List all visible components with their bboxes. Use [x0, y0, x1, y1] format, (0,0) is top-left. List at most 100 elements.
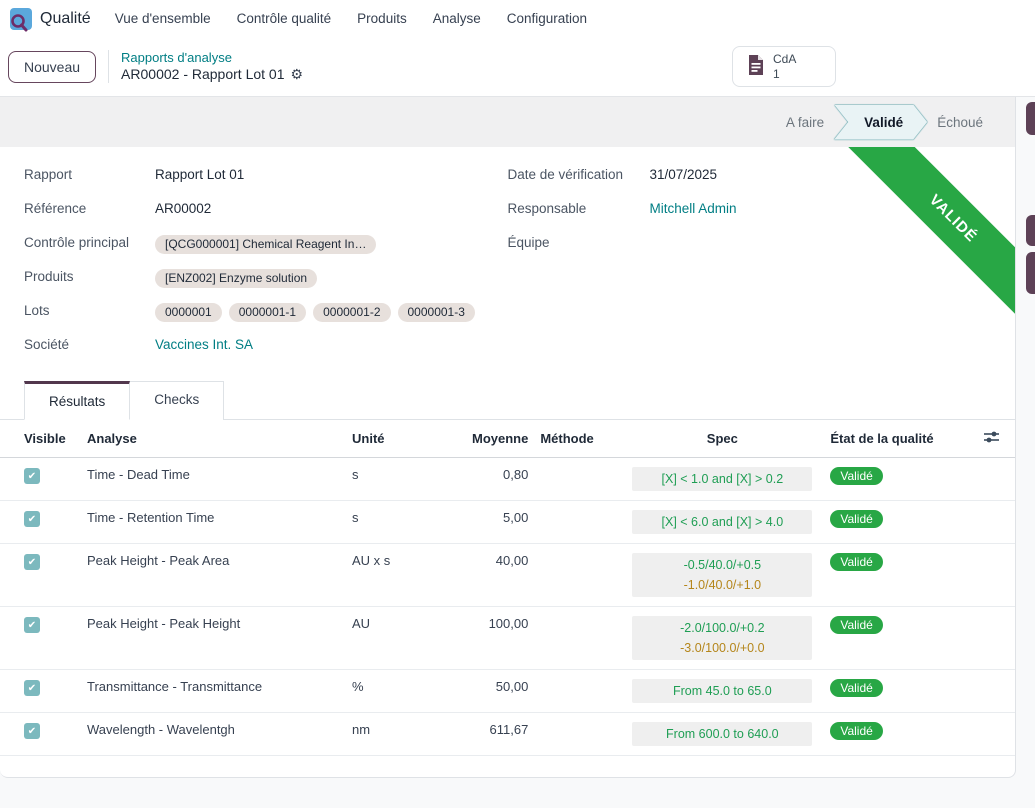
col-header-spec[interactable]: Spec: [626, 420, 818, 458]
cell-methode[interactable]: [534, 670, 626, 713]
cell-methode[interactable]: [534, 501, 626, 544]
field-label-date-verification: Date de vérification: [508, 167, 650, 186]
nav-item-overview[interactable]: Vue d'ensemble: [115, 11, 211, 26]
spec-text: -0.5/40.0/+0.5: [638, 555, 806, 575]
spec-text: -1.0/40.0/+1.0: [638, 575, 806, 595]
cell-methode[interactable]: [534, 544, 626, 607]
field-label-responsable: Responsable: [508, 201, 650, 220]
cell-moyenne[interactable]: 611,67: [466, 713, 534, 756]
visible-checkbox[interactable]: ✔: [24, 617, 40, 633]
field-value-rapport[interactable]: Rapport Lot 01: [155, 167, 244, 186]
cell-moyenne[interactable]: 100,00: [466, 607, 534, 670]
cell-moyenne[interactable]: 40,00: [466, 544, 534, 607]
status-step-failed[interactable]: Échoué: [919, 107, 1001, 138]
field-value-date-verification[interactable]: 31/07/2025: [650, 167, 718, 186]
form-fields: Rapport Rapport Lot 01 Référence AR00002…: [0, 147, 1015, 371]
nav-item-configuration[interactable]: Configuration: [507, 11, 587, 26]
new-button[interactable]: Nouveau: [8, 51, 96, 83]
main-content: A faire Validé Échoué VALIDÉ Rapport Rap…: [0, 97, 1035, 808]
coa-stat-button[interactable]: CdA 1: [732, 46, 836, 87]
col-header-etat[interactable]: État de la qualité: [818, 420, 943, 458]
field-value-responsable-link[interactable]: Mitchell Admin: [650, 201, 737, 220]
gear-icon[interactable]: ⚙: [291, 66, 304, 84]
side-panel-button[interactable]: [1026, 215, 1035, 246]
optional-columns-icon[interactable]: [984, 432, 999, 447]
col-header-moyenne[interactable]: Moyenne: [466, 420, 534, 458]
cell-unite[interactable]: %: [346, 670, 466, 713]
visible-checkbox[interactable]: ✔: [24, 723, 40, 739]
field-label-produits: Produits: [24, 269, 155, 288]
tag-lot[interactable]: 0000001-3: [398, 303, 475, 322]
cell-unite[interactable]: nm: [346, 713, 466, 756]
spec-text: From 600.0 to 640.0: [638, 724, 806, 744]
tag-lot[interactable]: 0000001-2: [313, 303, 390, 322]
field-label-societe: Société: [24, 337, 155, 356]
status-step-validated[interactable]: Validé: [834, 105, 927, 140]
cell-methode[interactable]: [534, 713, 626, 756]
cell-methode[interactable]: [534, 607, 626, 670]
breadcrumb-parent-link[interactable]: Rapports d'analyse: [121, 50, 303, 66]
stat-button-label: CdA: [773, 52, 796, 66]
cell-analyse[interactable]: Peak Height - Peak Area: [81, 544, 346, 607]
cell-analyse[interactable]: Time - Dead Time: [81, 458, 346, 501]
cell-unite[interactable]: AU: [346, 607, 466, 670]
spec-text: [X] < 1.0 and [X] > 0.2: [638, 469, 806, 489]
cell-analyse[interactable]: Peak Height - Peak Height: [81, 607, 346, 670]
status-step-todo[interactable]: A faire: [768, 107, 842, 138]
cell-analyse[interactable]: Wavelength - Wavelentgh: [81, 713, 346, 756]
cell-unite[interactable]: s: [346, 458, 466, 501]
tag-controle-principal[interactable]: [QCG000001] Chemical Reagent In…: [155, 235, 376, 254]
col-header-visible[interactable]: Visible: [0, 420, 81, 458]
record-title: AR00002 - Rapport Lot 01: [121, 66, 284, 84]
nav-item-products[interactable]: Produits: [357, 11, 407, 26]
quality-app-icon[interactable]: [10, 8, 32, 30]
app-name[interactable]: Qualité: [40, 10, 91, 28]
quality-status-badge: Validé: [830, 510, 882, 528]
cell-methode[interactable]: [534, 458, 626, 501]
cell-moyenne[interactable]: 50,00: [466, 670, 534, 713]
visible-checkbox[interactable]: ✔: [24, 468, 40, 484]
table-row[interactable]: ✔ Time - Dead Time s 0,80 [X] < 1.0 and …: [0, 458, 1015, 501]
cell-unite[interactable]: AU x s: [346, 544, 466, 607]
table-header-row: Visible Analyse Unité Moyenne Méthode Sp…: [0, 420, 1015, 458]
table-row[interactable]: ✔ Transmittance - Transmittance % 50,00 …: [0, 670, 1015, 713]
table-row[interactable]: ✔ Wavelength - Wavelentgh nm 611,67 From…: [0, 713, 1015, 756]
field-label-controle-principal: Contrôle principal: [24, 235, 155, 254]
side-panel-button[interactable]: [1026, 102, 1035, 135]
field-label-rapport: Rapport: [24, 167, 155, 186]
visible-checkbox[interactable]: ✔: [24, 680, 40, 696]
field-value-societe-link[interactable]: Vaccines Int. SA: [155, 337, 253, 356]
table-row[interactable]: ✔ Peak Height - Peak Height AU 100,00 -2…: [0, 607, 1015, 670]
quality-status-badge: Validé: [830, 553, 882, 571]
table-row[interactable]: ✔ Time - Retention Time s 5,00 [X] < 6.0…: [0, 501, 1015, 544]
tag-produit[interactable]: [ENZ002] Enzyme solution: [155, 269, 317, 288]
quality-status-badge: Validé: [830, 467, 882, 485]
statusbar: A faire Validé Échoué: [0, 97, 1015, 147]
notebook-tabs: Résultats Checks: [0, 381, 1015, 420]
tab-checks[interactable]: Checks: [130, 381, 224, 420]
cell-analyse[interactable]: Time - Retention Time: [81, 501, 346, 544]
spec-text: [X] < 6.0 and [X] > 4.0: [638, 512, 806, 532]
cell-moyenne[interactable]: 0,80: [466, 458, 534, 501]
breadcrumb-current: AR00002 - Rapport Lot 01 ⚙: [121, 66, 303, 84]
side-panel-button[interactable]: [1026, 252, 1035, 294]
breadcrumb: Rapports d'analyse AR00002 - Rapport Lot…: [108, 50, 303, 84]
visible-checkbox[interactable]: ✔: [24, 554, 40, 570]
col-header-options[interactable]: [943, 420, 1015, 458]
tag-lot[interactable]: 0000001: [155, 303, 222, 322]
visible-checkbox[interactable]: ✔: [24, 511, 40, 527]
cell-moyenne[interactable]: 5,00: [466, 501, 534, 544]
cell-analyse[interactable]: Transmittance - Transmittance: [81, 670, 346, 713]
results-table: Visible Analyse Unité Moyenne Méthode Sp…: [0, 420, 1015, 756]
nav-item-quality-control[interactable]: Contrôle qualité: [237, 11, 332, 26]
tab-resultats[interactable]: Résultats: [24, 381, 130, 420]
tag-lot[interactable]: 0000001-1: [229, 303, 306, 322]
col-header-analyse[interactable]: Analyse: [81, 420, 346, 458]
nav-item-analysis[interactable]: Analyse: [433, 11, 481, 26]
cell-unite[interactable]: s: [346, 501, 466, 544]
table-row[interactable]: ✔ Peak Height - Peak Area AU x s 40,00 -…: [0, 544, 1015, 607]
field-value-reference[interactable]: AR00002: [155, 201, 211, 220]
col-header-unite[interactable]: Unité: [346, 420, 466, 458]
col-header-methode[interactable]: Méthode: [534, 420, 626, 458]
field-label-lots: Lots: [24, 303, 155, 322]
